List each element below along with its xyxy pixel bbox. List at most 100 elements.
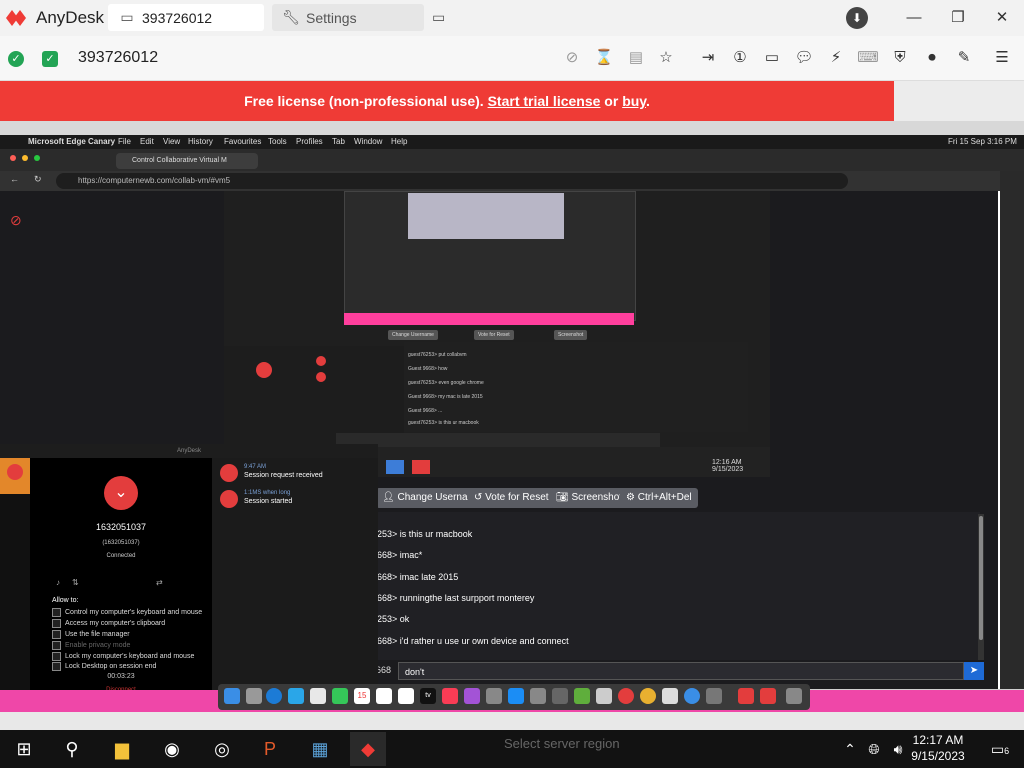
chat-icon[interactable]: 💬︎: [792, 47, 816, 69]
apple-tv-icon[interactable]: tv: [420, 688, 436, 704]
chrome-icon[interactable]: ◉: [154, 732, 190, 766]
launchpad-icon[interactable]: [246, 688, 262, 704]
display-icon[interactable]: ▭: [760, 47, 784, 69]
notifications-icon[interactable]: ▭6: [982, 732, 1018, 766]
mac-menu-tools[interactable]: Tools: [268, 137, 287, 146]
url-field[interactable]: https://computernewb.com/collab-vm/#vm5: [56, 173, 848, 189]
vm-taskbar-anydesk-icon[interactable]: [412, 460, 430, 474]
vote-for-reset-button[interactable]: ↺ Vote for Reset: [468, 488, 555, 508]
restore-button[interactable]: ❐: [944, 6, 972, 30]
screenshot-button[interactable]: 📷︎ Screenshot: [550, 488, 629, 508]
buy-link[interactable]: buy: [622, 93, 646, 109]
permission-file-manager[interactable]: Use the file manager: [52, 630, 130, 639]
mac-close-dot[interactable]: [10, 155, 16, 161]
mac-zoom-dot[interactable]: [34, 155, 40, 161]
privacy-shield-icon[interactable]: ⛨: [888, 47, 912, 69]
calendar-icon[interactable]: 15: [354, 688, 370, 704]
start-trial-link[interactable]: Start trial license: [488, 93, 601, 109]
mac-menu-app[interactable]: Microsoft Edge Canary: [28, 137, 115, 146]
system-time[interactable]: 12:17 AM: [908, 733, 968, 747]
app-store-icon[interactable]: [508, 688, 524, 704]
edge-icon[interactable]: [266, 688, 282, 704]
app-icon[interactable]: [706, 688, 722, 704]
permission-keyboard-mouse[interactable]: Control my computer's keyboard and mouse: [52, 608, 202, 617]
whiteboard-pen-icon[interactable]: ✎: [952, 47, 976, 69]
vm-taskbar-app-icon[interactable]: [386, 460, 404, 474]
permission-checkbox[interactable]: [52, 630, 61, 639]
edge-active-tab[interactable]: Control Collaborative Virtual M: [116, 153, 258, 169]
mac-menu-edit[interactable]: Edit: [140, 137, 154, 146]
back-icon[interactable]: ←: [10, 174, 19, 184]
anydesk-dock-icon[interactable]: [760, 688, 776, 704]
close-button[interactable]: ✕: [988, 6, 1016, 30]
tab-remote-session[interactable]: ▭ 393726012: [108, 4, 264, 31]
anydesk-dock-icon[interactable]: [738, 688, 754, 704]
mac-minimize-dot[interactable]: [22, 155, 28, 161]
permission-lock-input[interactable]: Lock my computer's keyboard and mouse: [52, 652, 194, 661]
minimize-button[interactable]: —: [900, 6, 928, 30]
podcasts-icon[interactable]: [464, 688, 480, 704]
permission-lock-desktop[interactable]: Lock Desktop on session end: [52, 662, 156, 671]
mac-menu-window[interactable]: Window: [354, 137, 382, 146]
notes-icon[interactable]: [376, 688, 392, 704]
obs-icon[interactable]: ◎: [204, 732, 240, 766]
mail-icon[interactable]: [288, 688, 304, 704]
permission-clipboard[interactable]: Access my computer's clipboard: [52, 619, 165, 628]
app-icon[interactable]: [552, 688, 568, 704]
chat-disabled-icon[interactable]: ⊘: [560, 47, 584, 69]
new-connection-icon[interactable]: ▭: [432, 9, 452, 27]
finder-icon[interactable]: [224, 688, 240, 704]
app-icon[interactable]: ▦: [302, 732, 338, 766]
mac-menu-help[interactable]: Help: [391, 137, 407, 146]
permission-checkbox[interactable]: [52, 652, 61, 661]
tab-settings[interactable]: 🔧︎ Settings: [272, 4, 424, 31]
file-explorer-icon[interactable]: ▆: [104, 732, 140, 766]
search-icon[interactable]: ⚲: [54, 732, 90, 766]
mac-menu-favourites[interactable]: Favourites: [224, 137, 261, 146]
menu-icon[interactable]: ☰: [990, 47, 1014, 69]
star-icon[interactable]: ☆: [654, 47, 678, 69]
facetime-icon[interactable]: [332, 688, 348, 704]
chat-scroll-thumb[interactable]: [979, 516, 983, 640]
download-icon[interactable]: ⬇: [846, 7, 868, 29]
trash-icon[interactable]: [786, 688, 802, 704]
transfer-icon[interactable]: ⇄: [156, 578, 163, 587]
app-icon[interactable]: [596, 688, 612, 704]
start-icon[interactable]: ⊞: [6, 732, 42, 766]
mac-menu-history[interactable]: History: [188, 137, 213, 146]
chrome-icon[interactable]: [640, 688, 656, 704]
keyboard-icon[interactable]: ⌨: [856, 47, 880, 69]
photos-icon[interactable]: [310, 688, 326, 704]
system-preferences-icon[interactable]: [530, 688, 546, 704]
hourglass-icon[interactable]: ⌛: [592, 47, 616, 69]
actions-bolt-icon[interactable]: ⚡︎: [824, 47, 848, 69]
stocks-icon[interactable]: [486, 688, 502, 704]
audio-icon[interactable]: ♪: [56, 578, 60, 587]
system-date[interactable]: 9/15/2023: [908, 749, 968, 763]
mac-menu-profiles[interactable]: Profiles: [296, 137, 323, 146]
ctrl-alt-del-button[interactable]: ⚙ Ctrl+Alt+Del: [620, 488, 698, 508]
music-icon[interactable]: [442, 688, 458, 704]
safari-icon[interactable]: [684, 688, 700, 704]
file-transfer-icon[interactable]: ⇥: [696, 47, 720, 69]
mac-menu-tab[interactable]: Tab: [332, 137, 345, 146]
session-tab[interactable]: [0, 458, 30, 494]
storage-icon[interactable]: ▤: [624, 47, 648, 69]
app-icon[interactable]: [618, 688, 634, 704]
record-icon[interactable]: ⏺: [920, 47, 944, 69]
mac-menu-file[interactable]: File: [118, 137, 131, 146]
refresh-icon[interactable]: ↻: [34, 174, 42, 185]
psiphon-icon[interactable]: P: [252, 732, 288, 766]
chat-input[interactable]: don't: [398, 662, 964, 680]
files-icon[interactable]: ⇅: [72, 578, 79, 587]
minecraft-icon[interactable]: [574, 688, 590, 704]
mac-menu-view[interactable]: View: [163, 137, 180, 146]
monitor-1-icon[interactable]: ①: [728, 47, 752, 69]
permission-checkbox[interactable]: [52, 608, 61, 617]
preview-icon[interactable]: [662, 688, 678, 704]
permission-checkbox[interactable]: [52, 619, 61, 628]
permission-checkbox[interactable]: [52, 662, 61, 671]
reminders-icon[interactable]: [398, 688, 414, 704]
send-icon[interactable]: ➤: [964, 662, 984, 680]
anydesk-taskbar-icon[interactable]: ◆: [350, 732, 386, 766]
